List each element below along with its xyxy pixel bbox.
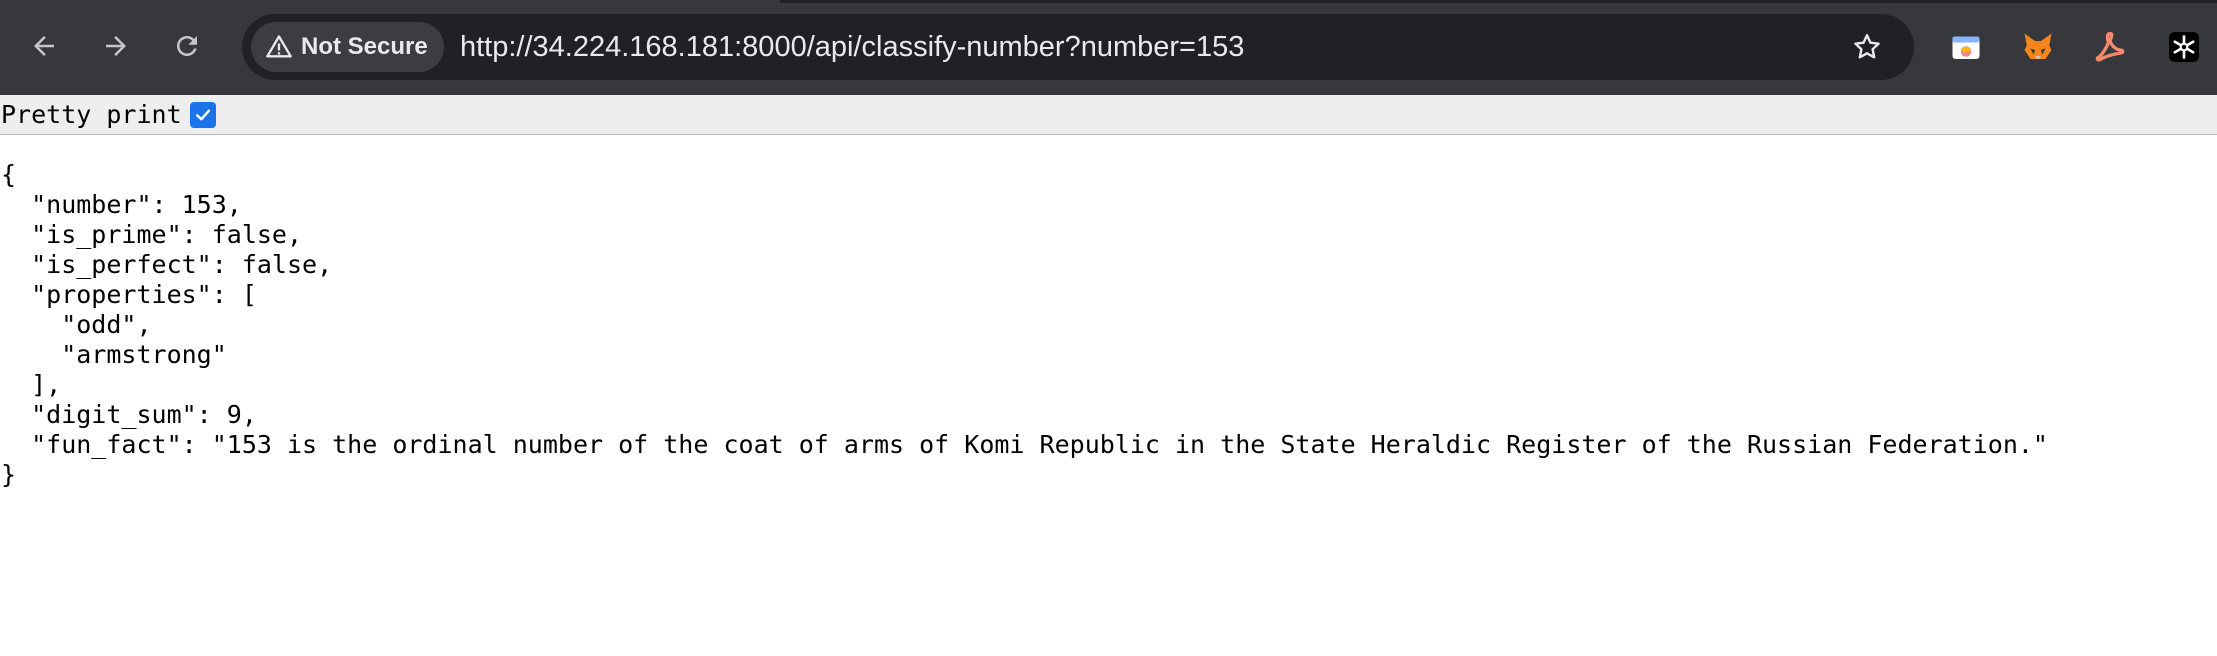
reload-icon <box>177 36 197 56</box>
json-line: "armstrong" <box>1 340 227 369</box>
window-extension-button[interactable] <box>1946 27 1986 67</box>
json-line: ], <box>1 370 62 399</box>
json-line: "properties": [ <box>1 280 257 309</box>
snowflake-extension-button[interactable] <box>2164 27 2204 67</box>
json-line: "is_prime": false, <box>1 220 303 249</box>
json-line: "number": 153, <box>1 190 242 219</box>
forward-button[interactable] <box>92 22 140 70</box>
warning-triangle-icon <box>266 35 292 58</box>
pretty-print-label: Pretty print <box>1 100 182 129</box>
checkmark-icon <box>195 109 210 120</box>
pretty-print-checkbox[interactable] <box>189 101 216 128</box>
acrobat-extension-button[interactable] <box>2090 27 2130 67</box>
address-bar[interactable]: Not Secure http://34.224.168.181:8000/ap… <box>242 14 1914 80</box>
fox-extension-icon <box>2024 33 2052 59</box>
fox-extension-button[interactable] <box>2018 27 2058 67</box>
json-line: "is_perfect": false, <box>1 250 333 279</box>
pretty-print-bar: Pretty print <box>0 95 2217 135</box>
active-tab-segment <box>0 0 780 3</box>
forward-arrow-icon <box>106 36 126 56</box>
security-indicator[interactable]: Not Secure <box>251 22 444 72</box>
star-icon <box>1854 34 1880 59</box>
json-line: { <box>1 160 17 189</box>
url-text[interactable]: http://34.224.168.181:8000/api/classify-… <box>460 14 1244 80</box>
acrobat-extension-icon <box>2095 31 2125 62</box>
json-line: } <box>1 460 17 489</box>
json-line: "digit_sum": 9, <box>1 400 257 429</box>
reload-button[interactable] <box>163 22 211 70</box>
tab-strip-edge <box>0 0 2217 3</box>
back-button[interactable] <box>20 22 68 70</box>
security-label: Not Secure <box>301 33 428 60</box>
json-response: { "number": 153, "is_prime": false, "is_… <box>1 160 2048 490</box>
window-extension-icon <box>1952 36 1980 59</box>
bookmark-button[interactable] <box>1846 26 1888 68</box>
back-arrow-icon <box>34 36 54 56</box>
json-line: "fun_fact": "153 is the ordinal number o… <box>1 430 2048 459</box>
browser-toolbar: Not Secure http://34.224.168.181:8000/ap… <box>0 0 2217 95</box>
snowflake-extension-icon <box>2169 32 2199 62</box>
json-line: "odd", <box>1 310 152 339</box>
